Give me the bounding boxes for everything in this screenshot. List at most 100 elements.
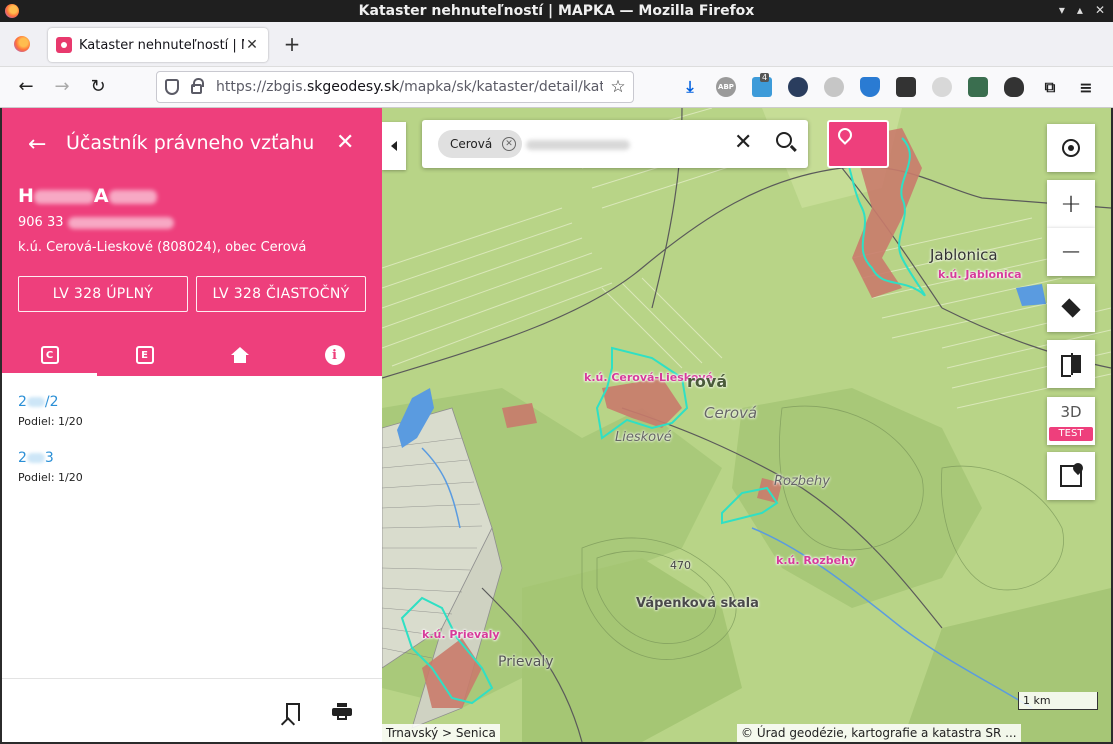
search-query-redacted [526, 140, 630, 150]
url-prefix: https://zbgis. [216, 79, 307, 95]
parcel-number-suffix: 3 [44, 450, 54, 466]
owner-name: HA [18, 185, 157, 207]
town-label-cerova-bold: rová [687, 372, 728, 391]
map-search-box[interactable]: Cerová ✕ ✕ [422, 120, 808, 168]
extension-badge: 4 [760, 73, 770, 82]
close-window-icon[interactable]: ✕ [1095, 3, 1105, 17]
minus-icon: − [1060, 237, 1082, 267]
mask-extension-icon[interactable] [1004, 77, 1024, 97]
tab-buildings[interactable] [192, 334, 287, 376]
navigation-bar: ← → ↻ https://zbgis.skgeodesy.sk/mapka/s… [0, 67, 1113, 108]
map-label-elevation: 470 [670, 559, 691, 572]
collapse-panel-button[interactable] [382, 122, 406, 170]
firefox-logo-icon [5, 4, 19, 18]
chip-remove-icon[interactable]: ✕ [502, 137, 516, 151]
3d-button[interactable]: 3D TEST [1047, 397, 1095, 445]
town-label-cerova: Cerová [704, 404, 758, 422]
panel-footer [2, 678, 382, 742]
zoom-out-button[interactable]: − [1047, 228, 1095, 276]
kataster-layer-button[interactable] [827, 120, 889, 168]
cursor-extension-icon[interactable] [788, 77, 808, 97]
tab-info[interactable]: i [287, 334, 382, 376]
compare-icon [1061, 353, 1081, 377]
map-label-ku-prievaly: k.ú. Prievaly [422, 628, 500, 641]
tab-strip: Kataster nehnuteľností | MAPKA ✕ + [0, 22, 1113, 67]
search-chip[interactable]: Cerová ✕ [438, 130, 522, 158]
bookmark-icon[interactable] [286, 703, 300, 721]
tracking-shield-icon[interactable] [165, 79, 179, 95]
town-label-jablonica: Jablonica [930, 246, 998, 264]
url-domain: skgeodesy.sk [306, 79, 400, 95]
search-chip-label: Cerová [450, 137, 493, 151]
test-badge: TEST [1049, 427, 1093, 441]
my-location-button[interactable] [1047, 124, 1095, 172]
search-icon[interactable] [776, 132, 792, 148]
panel-tabs: C E i [2, 334, 382, 376]
new-tab-button[interactable]: + [282, 32, 302, 56]
parcel-number-prefix: 2 [18, 450, 27, 466]
cadastral-area: k.ú. Cerová-Lieskové (808024), obec Cero… [18, 240, 307, 255]
map-label-ku-jablonica: k.ú. Jablonica [938, 268, 1022, 281]
parcel-number[interactable]: 2/2 [18, 394, 83, 410]
privacy-shield-icon[interactable] [860, 77, 880, 97]
parcel-item[interactable]: 23 Podiel: 1/20 [18, 450, 83, 484]
cookie-extension-icon[interactable] [932, 77, 952, 97]
bookmark-star-icon[interactable]: ☆ [603, 77, 633, 97]
lv-full-button[interactable]: LV 328 ÚPLNÝ [18, 276, 188, 312]
adblock-plus-icon[interactable]: ABP [716, 77, 736, 97]
url-text[interactable]: https://zbgis.skgeodesy.sk/mapka/sk/kata… [216, 79, 603, 95]
layers-button[interactable] [1047, 284, 1095, 332]
parcel-item[interactable]: 2/2 Podiel: 1/20 [18, 394, 83, 428]
edit-extension-icon[interactable] [968, 77, 988, 97]
downloads-icon[interactable]: ⤓ [680, 77, 700, 97]
c-register-icon: C [40, 346, 59, 364]
map-canvas[interactable] [382, 108, 1111, 742]
url-bar[interactable]: https://zbgis.skgeodesy.sk/mapka/sk/kata… [156, 71, 634, 103]
detail-panel: ← Účastník právneho vzťahu ✕ HA 906 33 k… [2, 108, 382, 742]
close-tab-icon[interactable]: ✕ [244, 37, 260, 53]
back-button[interactable]: ← [14, 75, 38, 99]
menu-icon[interactable]: ≡ [1076, 77, 1096, 97]
url-path: /mapka/sk/kataster/detail/kataster/vlast… [399, 79, 603, 95]
parcel-share: Podiel: 1/20 [18, 415, 83, 428]
info-icon: i [324, 345, 345, 365]
map-attribution[interactable]: © Úrad geodézie, kartografie a katastra … [737, 724, 1021, 742]
clear-search-icon[interactable]: ✕ [734, 130, 752, 155]
back-arrow-icon[interactable]: ← [28, 132, 46, 157]
minimize-icon[interactable]: ▾ [1059, 3, 1065, 17]
owner-address: 906 33 [18, 215, 174, 230]
maximize-icon[interactable]: ▴ [1077, 3, 1083, 17]
zoom-in-button[interactable]: + [1047, 180, 1095, 228]
parcel-number[interactable]: 23 [18, 450, 83, 466]
print-icon[interactable] [332, 703, 352, 720]
map-label-vapenkova-skala: Vápenková skala [636, 596, 759, 611]
reload-button[interactable]: ↻ [86, 75, 110, 99]
panel-header: ← Účastník právneho vzťahu ✕ HA 906 33 k… [2, 108, 382, 376]
forward-button[interactable]: → [50, 75, 74, 99]
layers-icon [1061, 298, 1081, 318]
lv-partial-button[interactable]: LV 328 ČIASTOČNÝ [196, 276, 366, 312]
region-breadcrumb[interactable]: Trnavský > Senica [382, 724, 500, 742]
compare-button[interactable] [1047, 340, 1095, 388]
location-pin-icon [835, 125, 855, 145]
extensions-puzzle-icon[interactable]: ⧉ [1040, 77, 1060, 97]
plus-icon: + [1060, 189, 1082, 219]
google-maps-button[interactable] [1047, 452, 1095, 500]
e-register-icon: E [135, 346, 154, 364]
tab-title: Kataster nehnuteľností | MAPKA [79, 37, 244, 53]
map-view[interactable]: Cerová ✕ ✕ + − 3D TEST k.ú. Jablonica k.… [382, 108, 1111, 742]
home-icon [230, 347, 249, 363]
tab-c-register[interactable]: C [2, 334, 97, 376]
search-extension-icon[interactable] [824, 77, 844, 97]
town-label-lieskove: Lieskové [615, 430, 672, 445]
kataster-favicon-icon [56, 37, 72, 53]
tab-e-register[interactable]: E [97, 334, 192, 376]
browser-tab[interactable]: Kataster nehnuteľností | MAPKA ✕ [48, 28, 268, 62]
window-title: Kataster nehnuteľností | MAPKA — Mozilla… [358, 3, 755, 19]
lock-icon[interactable] [191, 78, 204, 94]
monitor-extension-icon[interactable] [896, 77, 916, 97]
firefox-view-button[interactable] [8, 30, 36, 58]
firefox-icon [14, 36, 30, 52]
close-panel-icon[interactable]: ✕ [336, 130, 354, 155]
parcel-number-prefix: 2 [18, 394, 27, 410]
